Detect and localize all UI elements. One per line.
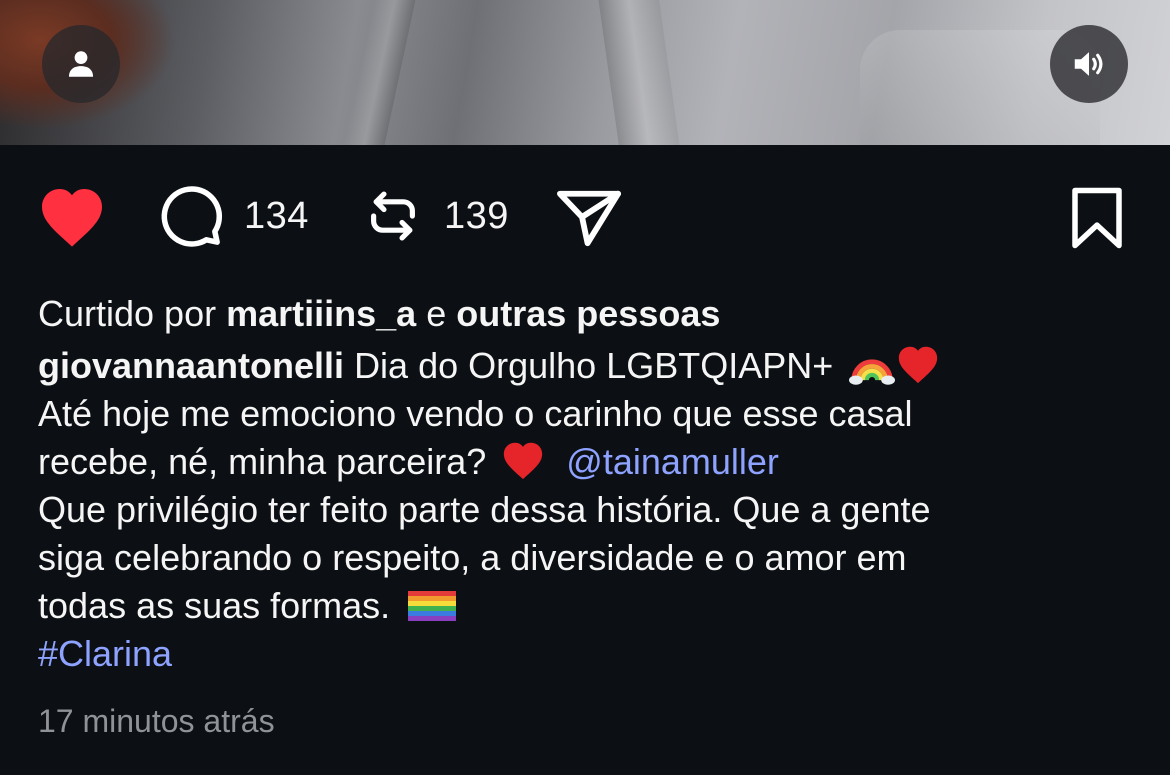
save-button[interactable] (1066, 185, 1128, 251)
like-button[interactable] (36, 183, 108, 249)
post-caption: Curtido por martiiins_a e outras pessoas… (38, 290, 1138, 678)
caption-text: Dia do Orgulho LGBTQIAPN+ (354, 345, 834, 386)
other-likers-link[interactable]: outras pessoas (456, 293, 720, 334)
post-timestamp: 17 minutos atrás (38, 703, 275, 739)
red-heart-icon (504, 443, 543, 480)
share-button[interactable] (553, 185, 625, 249)
repost-count: 139 (444, 194, 509, 237)
rainbow-icon (849, 359, 896, 386)
media-detail (341, 0, 419, 145)
post-actions-bar: 134 139 (0, 145, 1170, 290)
person-icon (68, 51, 94, 77)
tagged-people-button[interactable] (42, 25, 120, 103)
liker-username[interactable]: martiiins_a (226, 293, 416, 334)
caption-line: siga celebrando o respeito, a diversidad… (38, 537, 907, 578)
comment-count: 134 (244, 194, 309, 237)
sound-toggle-button[interactable] (1050, 25, 1128, 103)
rainbow-flag-icon (408, 591, 457, 622)
liked-by: Curtido por martiiins_a e outras pessoas (38, 293, 721, 334)
bookmark-icon (1072, 187, 1122, 249)
caption-text: recebe, né, minha parceira? (38, 441, 487, 482)
paper-plane-icon (557, 190, 621, 247)
mention-link[interactable]: @tainamuller (566, 441, 779, 482)
speaker-icon (1074, 52, 1103, 76)
red-heart-icon (899, 347, 938, 384)
comment-button[interactable]: 134 (158, 183, 309, 249)
hashtag-link[interactable]: #Clarina (38, 633, 172, 674)
repost-button[interactable]: 139 (362, 185, 509, 247)
post-media[interactable] (0, 0, 1170, 145)
media-detail (596, 0, 684, 145)
caption-text: todas as suas formas. (38, 585, 391, 626)
caption-line: Até hoje me emociono vendo o carinho que… (38, 393, 913, 434)
repost-arrows-icon (371, 191, 415, 241)
heart-filled-icon (42, 189, 102, 247)
caption-line: Que privilégio ter feito parte dessa his… (38, 489, 931, 530)
author-username[interactable]: giovannaantonelli (38, 345, 344, 386)
comment-bubble-icon (161, 186, 223, 247)
